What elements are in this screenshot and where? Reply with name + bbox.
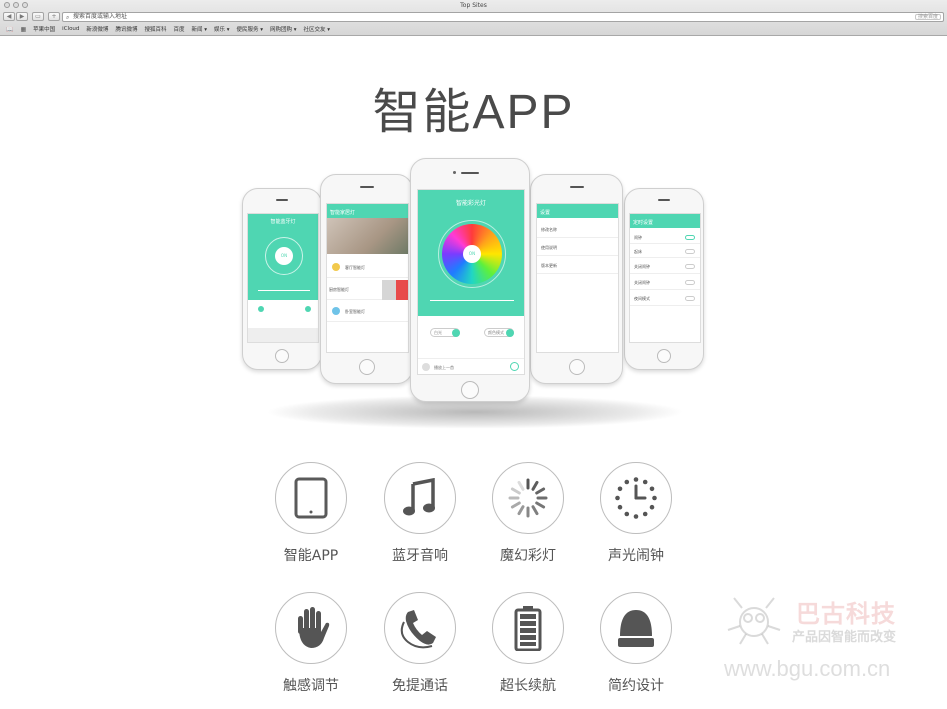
grid-icon[interactable]: ▦	[20, 26, 26, 33]
clock-icon	[600, 462, 672, 534]
toggle-switch[interactable]	[685, 280, 695, 285]
music-bar: 播放上一首	[418, 358, 524, 374]
feature-label: 蓝牙音响	[392, 548, 448, 564]
feature-label: 声光闹钟	[608, 548, 664, 564]
bookmark-item[interactable]: 苹果中国	[33, 25, 55, 33]
feature-magic-light: 魔幻彩灯	[473, 462, 583, 565]
search-button[interactable]: 搜索百度	[915, 14, 941, 20]
phone-mockup-4: 设置 修改名称 使用说明 版本更新	[530, 174, 623, 384]
title-bar: Top Sites	[0, 0, 947, 11]
book-icon[interactable]: 📖	[6, 26, 13, 33]
phone-icon	[384, 592, 456, 664]
watermark-brand: 巴古科技	[796, 600, 896, 628]
list-item: 版本更新	[537, 258, 618, 274]
album-icon	[422, 363, 430, 371]
feature-touch-control: 触感调节	[256, 592, 366, 695]
bookmark-item[interactable]: 网购团购 ▾	[270, 25, 297, 33]
phone-mockup-5: 定时设置 闹钟 起床 关闭闹钟 关闭闹钟 夜间模式	[624, 188, 704, 370]
phone-screen: 智能彩光灯 ON 白光 颜色模式 播放上一首	[417, 189, 525, 375]
list-item: 使用说明	[537, 240, 618, 256]
reader-button[interactable]: ▭	[32, 12, 44, 21]
feature-label: 简约设计	[608, 678, 664, 694]
phone-screen: 定时设置 闹钟 起床 关闭闹钟 关闭闹钟 夜间模式	[629, 213, 701, 343]
screen-header: 定时设置	[633, 220, 654, 226]
feature-handsfree-call: 免提通话	[365, 592, 475, 695]
bookmarks-bar: 📖 ▦ 苹果中国 iCloud 新浪微博 腾讯微博 搜狐百科 百度 新闻 ▾ 娱…	[0, 23, 947, 35]
toolbar: ◀ ▶ ▭ + ⌕ 搜索百度或输入地址 搜索百度	[0, 11, 947, 23]
page-title: 智能APP	[372, 86, 575, 139]
feature-smart-app: 智能APP	[256, 462, 366, 565]
home-button	[461, 381, 479, 399]
room-photo	[327, 218, 408, 254]
bookmark-item[interactable]: 便民服务 ▾	[237, 25, 264, 33]
screen-header: 设置	[540, 210, 551, 216]
feature-label: 魔幻彩灯	[500, 548, 556, 564]
address-bar[interactable]: ⌕ 搜索百度或输入地址 搜索百度	[62, 12, 944, 22]
home-button	[358, 359, 375, 375]
watermark-slogan: 产品因智能而改变	[792, 630, 897, 645]
feature-label: 超长续航	[500, 678, 556, 694]
bulb-icon	[332, 263, 340, 271]
phone-screen: 智能蓝牙灯 ON	[247, 213, 319, 343]
watermark-url: www.bgu.com.cn	[724, 656, 891, 681]
home-button	[657, 349, 671, 363]
mascot-logo	[727, 597, 781, 645]
power-knob[interactable]: ON	[463, 245, 481, 263]
feature-label: 智能APP	[283, 548, 339, 564]
address-placeholder: 搜索百度或输入地址	[73, 13, 128, 20]
watermark: 巴古科技 产品因智能而改变 www.bgu.com.cn	[718, 590, 928, 690]
back-button[interactable]: ◀	[3, 12, 15, 21]
bookmark-item[interactable]: 新闻 ▾	[191, 25, 207, 33]
screen-header: 智能彩光灯	[455, 200, 486, 207]
bookmark-item[interactable]: 搜狐百科	[144, 25, 166, 33]
feature-alarm-clock: 声光闹钟	[581, 462, 691, 565]
music-note-icon	[384, 462, 456, 534]
feature-simple-design: 简约设计	[581, 592, 691, 695]
bookmark-item[interactable]: 新浪微博	[86, 25, 108, 33]
lamp-icon	[600, 592, 672, 664]
spinner-icon	[492, 462, 564, 534]
battery-icon	[492, 592, 564, 664]
phone-mockup-2: 智能家居灯 客厅智能灯 厨房智能灯 卧室智能灯	[320, 174, 413, 384]
window-title: Top Sites	[460, 2, 487, 9]
bookmark-item[interactable]: 腾讯微博	[115, 25, 137, 33]
power-knob[interactable]: ON	[275, 247, 293, 265]
phone-screen: 设置 修改名称 使用说明 版本更新	[536, 203, 619, 353]
search-icon: ⌕	[66, 14, 70, 21]
bookmark-item[interactable]: 娱乐 ▾	[214, 25, 230, 33]
screen-header: 智能家居灯	[330, 210, 356, 216]
tablet-icon	[275, 462, 347, 534]
browser-chrome: Top Sites ◀ ▶ ▭ + ⌕ 搜索百度或输入地址 搜索百度 📖 ▦ 苹…	[0, 0, 947, 36]
phone-screen: 智能家居灯 客厅智能灯 厨房智能灯 卧室智能灯	[326, 203, 409, 353]
feature-label: 免提通话	[392, 678, 448, 694]
phone-mockup-3: 智能彩光灯 ON 白光 颜色模式 播放上一首	[410, 158, 530, 402]
bulb-icon	[332, 307, 340, 315]
toggle-switch[interactable]	[685, 296, 695, 301]
add-tab-button[interactable]: +	[48, 12, 60, 21]
list-item: 修改名称	[537, 222, 618, 238]
toggle-switch[interactable]	[685, 264, 695, 269]
feature-long-battery: 超长续航	[473, 592, 583, 695]
feature-bluetooth-speaker: 蓝牙音响	[365, 462, 475, 565]
hand-icon	[275, 592, 347, 664]
feature-label: 触感调节	[283, 678, 339, 694]
screen-header: 智能蓝牙灯	[270, 219, 296, 225]
play-icon[interactable]	[510, 362, 519, 371]
bookmark-item[interactable]: 百度	[173, 25, 184, 33]
home-button	[275, 349, 289, 363]
phone-mockup-1: 智能蓝牙灯 ON	[242, 188, 322, 370]
home-button	[568, 359, 585, 375]
forward-button[interactable]: ▶	[16, 12, 28, 21]
phones-showcase: 智能蓝牙灯 ON 定时设置 闹钟 起床 关闭闹钟 关闭闹钟 夜间模式 智能家居灯…	[0, 150, 947, 450]
bookmark-item[interactable]: iCloud	[62, 26, 79, 32]
bookmark-item[interactable]: 社区交友 ▾	[304, 25, 331, 33]
toggle-switch[interactable]	[685, 235, 695, 240]
toggle-switch[interactable]	[685, 249, 695, 254]
